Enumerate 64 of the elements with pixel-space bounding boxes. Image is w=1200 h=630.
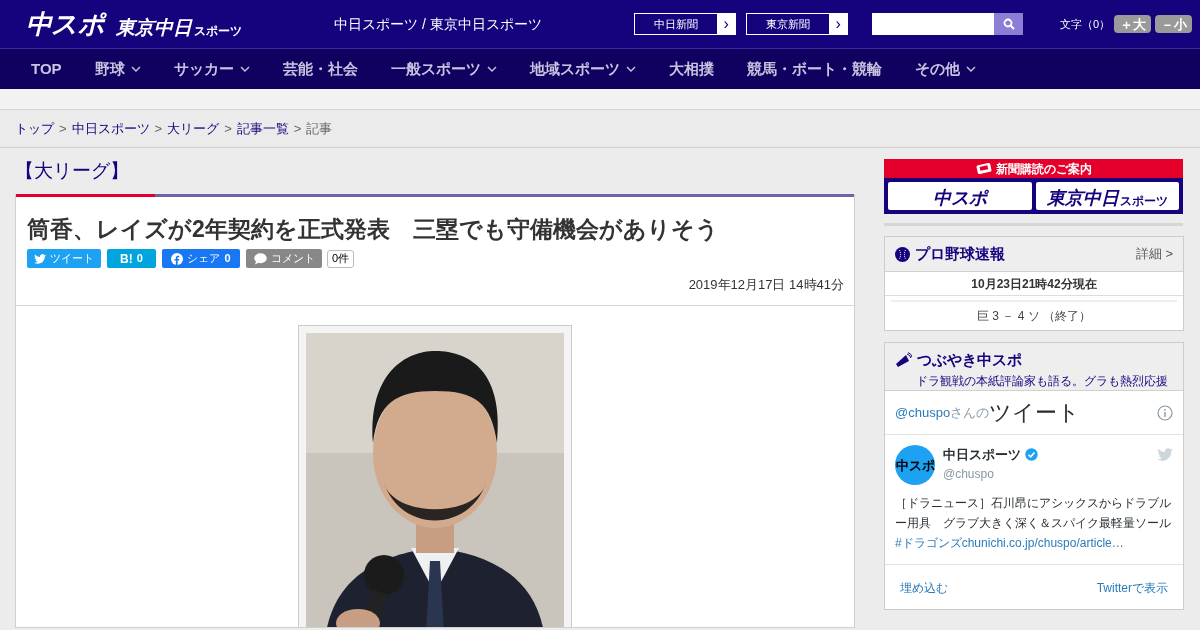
nav-item[interactable]: 大相撲 — [668, 57, 714, 81]
article-date: 2019年12月17日 14時41分 — [688, 276, 844, 294]
timeline-label: さんの — [950, 403, 990, 420]
nav-item[interactable]: 地域スポーツ — [529, 57, 636, 81]
nav-item[interactable]: 競馬・ボート・競輪 — [746, 57, 882, 81]
score-timestamp: 10月23日21時42分現在 — [885, 272, 1183, 296]
timeline-heading: ツイート — [989, 399, 1081, 427]
tweet-footer-link[interactable]: Twitterで表示 — [1096, 579, 1168, 597]
comment-count: 0件 — [327, 249, 355, 268]
chevron-down-icon — [130, 66, 141, 72]
nav-item[interactable]: サッカー — [173, 57, 250, 81]
details-link[interactable]: 詳細 > — [1135, 244, 1173, 264]
nav-item[interactable]: TOP — [31, 57, 62, 81]
breadcrumb-separator: > — [59, 119, 67, 138]
hashtag-link[interactable]: #ドラゴンズ — [895, 536, 962, 550]
speech-bubble-icon — [253, 252, 267, 265]
breadcrumb-separator: > — [293, 119, 302, 138]
chevron-down-icon — [625, 66, 636, 72]
category-heading: 【大リーグ】 — [15, 158, 130, 183]
share-button[interactable]: コメント — [246, 249, 322, 268]
article-title: 筒香、レイズが2年契約を正式発表 三塁でも守備機会がありそう — [26, 215, 720, 244]
newspaper-logo: 中スポ — [888, 182, 1032, 210]
breadcrumb-current: 記事 — [306, 119, 333, 138]
newspaper-logo: 東京中日スポーツ — [1035, 182, 1179, 210]
font-size-label: 文字（0） — [1060, 16, 1111, 32]
nav-item[interactable]: 野球 — [94, 57, 141, 81]
newspaper-link[interactable]: 中日新聞 › — [634, 13, 737, 35]
site-title: 中日スポーツ / 東京中日スポーツ — [334, 14, 543, 34]
nav-item[interactable]: 芸能・社会 — [282, 57, 358, 81]
subscription-banner[interactable]: 新聞購読のご案内 中スポ 東京中日スポーツ — [884, 159, 1183, 214]
tweet-text: ［ドラニュース］石川昂にアシックスからドラブルー用具 グラブ大きく深く＆スパイク最軽量ソール #ドラゴンズchunichi.co.jp/chuspo/article… — [895, 495, 1172, 552]
breadcrumb-link[interactable]: トップ — [15, 118, 54, 139]
avatar-logo[interactable]: 中スポ — [895, 445, 935, 485]
account-name[interactable]: 中日スポーツ — [943, 445, 1021, 465]
newspaper-link[interactable]: 東京新聞 › — [746, 13, 849, 35]
baseball-icon — [895, 246, 910, 262]
search-icon — [1002, 18, 1015, 30]
game-score[interactable]: 巨 3 － 4 ソ （終了） — [977, 307, 1091, 325]
bird-icon[interactable] — [1157, 448, 1173, 462]
breadcrumb-separator: > — [224, 119, 232, 138]
search-field[interactable] — [872, 13, 995, 35]
article-link[interactable]: chunichi.co.jp/chuspo/article… — [961, 536, 1124, 550]
panel-title: つぶやき中スポ — [917, 350, 1022, 370]
breadcrumb-link[interactable]: 中日スポーツ — [71, 118, 150, 139]
twitter-handle-link[interactable]: @chuspo — [895, 402, 951, 423]
breadcrumb-separator: > — [154, 119, 163, 138]
newspaper-icon — [975, 163, 992, 174]
site-logo[interactable]: 中スポ 東京中日スポーツ — [26, 11, 243, 37]
chevron-down-icon — [965, 66, 976, 72]
breadcrumb-link[interactable]: 記事一覧 — [236, 118, 289, 139]
nav-item[interactable]: 一般スポーツ — [390, 57, 497, 81]
breadcrumb-link[interactable]: 大リーグ — [167, 118, 220, 139]
chevron-down-icon — [239, 66, 250, 72]
search-button[interactable] — [994, 13, 1024, 35]
chevron-down-icon — [486, 66, 497, 72]
megaphone-icon — [894, 352, 912, 369]
panel-subtitle: ドラ観戦の本紙評論家も語る。グラも熱烈応援 — [915, 372, 1169, 390]
panel-title: プロ野球速報 — [915, 243, 1005, 264]
tweet-footer-link[interactable]: 埋め込む — [900, 579, 948, 597]
facebook-icon — [171, 252, 184, 265]
info-icon[interactable] — [1157, 404, 1173, 421]
bird-icon — [34, 253, 46, 264]
share-button[interactable]: シェア 0 — [162, 249, 240, 268]
nav-item[interactable]: その他 — [914, 57, 976, 81]
